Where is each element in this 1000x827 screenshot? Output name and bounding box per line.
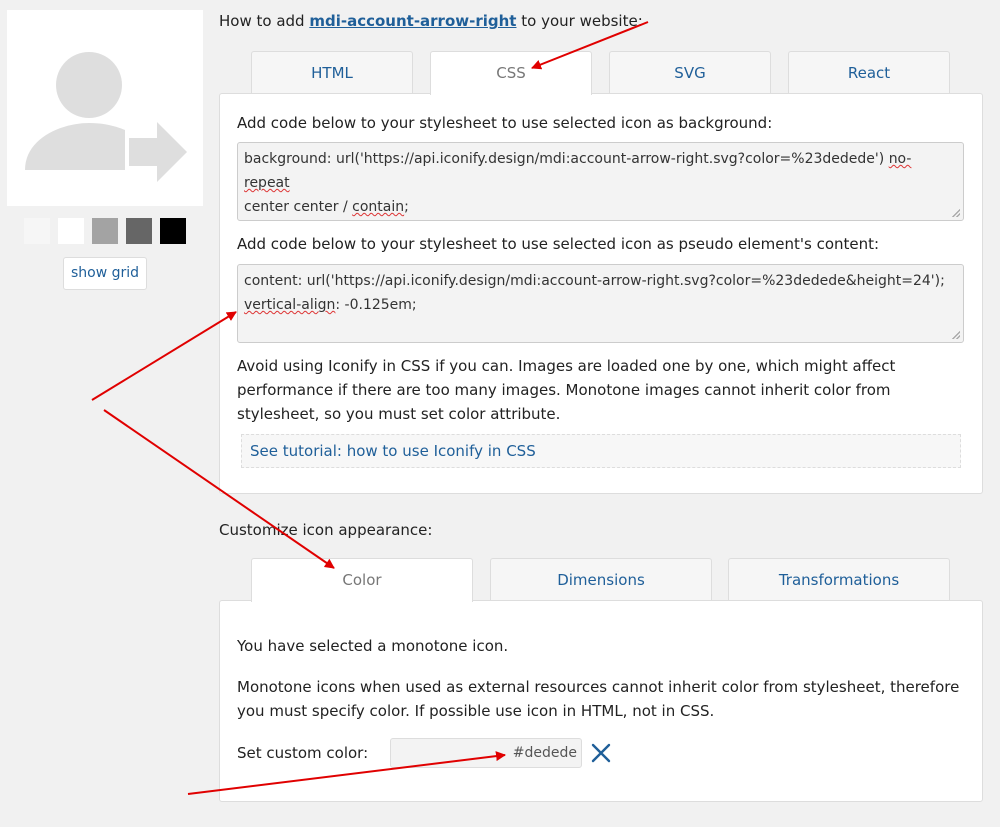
tab-dimensions[interactable]: Dimensions xyxy=(490,558,712,600)
swatch-dark-gray[interactable] xyxy=(126,218,152,244)
icon-name-link[interactable]: mdi-account-arrow-right xyxy=(309,12,516,30)
howto-heading: How to add mdi-account-arrow-right to yo… xyxy=(219,12,643,30)
pseudo-code-value: : -0.125em; xyxy=(335,297,417,313)
swatch-white[interactable] xyxy=(58,218,84,244)
resize-handle[interactable] xyxy=(952,209,960,217)
tab-color[interactable]: Color xyxy=(251,558,473,602)
howto-suffix: to your website: xyxy=(521,12,643,30)
background-swatches xyxy=(24,218,186,244)
pseudo-intro: Add code below to your stylesheet to use… xyxy=(237,235,880,253)
customize-title: Customize icon appearance: xyxy=(219,521,433,539)
background-intro: Add code below to your stylesheet to use… xyxy=(237,114,773,132)
tab-html[interactable]: HTML xyxy=(251,51,413,93)
css-warning: Avoid using Iconify in CSS if you can. I… xyxy=(237,357,896,423)
show-grid-button[interactable]: show grid xyxy=(63,257,147,290)
monotone-explain-text: Monotone icons when used as external res… xyxy=(237,678,960,720)
custom-color-label: Set custom color: xyxy=(237,744,369,762)
bg-code-semicolon: ; xyxy=(404,199,409,215)
icon-preview xyxy=(7,10,203,206)
tab-transformations[interactable]: Transformations xyxy=(728,558,950,600)
account-arrow-right-icon xyxy=(25,52,187,182)
bg-code-url: background: url('https://api.iconify.des… xyxy=(244,151,885,167)
monotone-selected-text: You have selected a monotone icon. xyxy=(237,637,509,655)
clear-color-icon[interactable] xyxy=(590,742,612,764)
pseudo-code-textarea[interactable]: content: url('https://api.iconify.design… xyxy=(237,264,964,343)
tab-css[interactable]: CSS xyxy=(430,51,592,95)
swatch-gray[interactable] xyxy=(92,218,118,244)
resize-handle[interactable] xyxy=(952,331,960,339)
bg-code-center: center center / xyxy=(244,199,348,215)
custom-color-input[interactable]: #dedede xyxy=(390,738,582,768)
tab-svg[interactable]: SVG xyxy=(609,51,771,93)
arrow-to-pseudo-code xyxy=(91,311,237,401)
background-code-textarea[interactable]: background: url('https://api.iconify.des… xyxy=(237,142,964,221)
tutorial-link[interactable]: See tutorial: how to use Iconify in CSS xyxy=(241,434,961,468)
howto-prefix: How to add xyxy=(219,12,305,30)
swatch-light-gray[interactable] xyxy=(24,218,50,244)
swatch-black[interactable] xyxy=(160,218,186,244)
bg-code-contain: contain xyxy=(352,199,405,215)
pseudo-code-content: content: url('https://api.iconify.design… xyxy=(244,273,945,289)
tab-react[interactable]: React xyxy=(788,51,950,93)
pseudo-code-valign: vertical-align xyxy=(244,297,336,313)
